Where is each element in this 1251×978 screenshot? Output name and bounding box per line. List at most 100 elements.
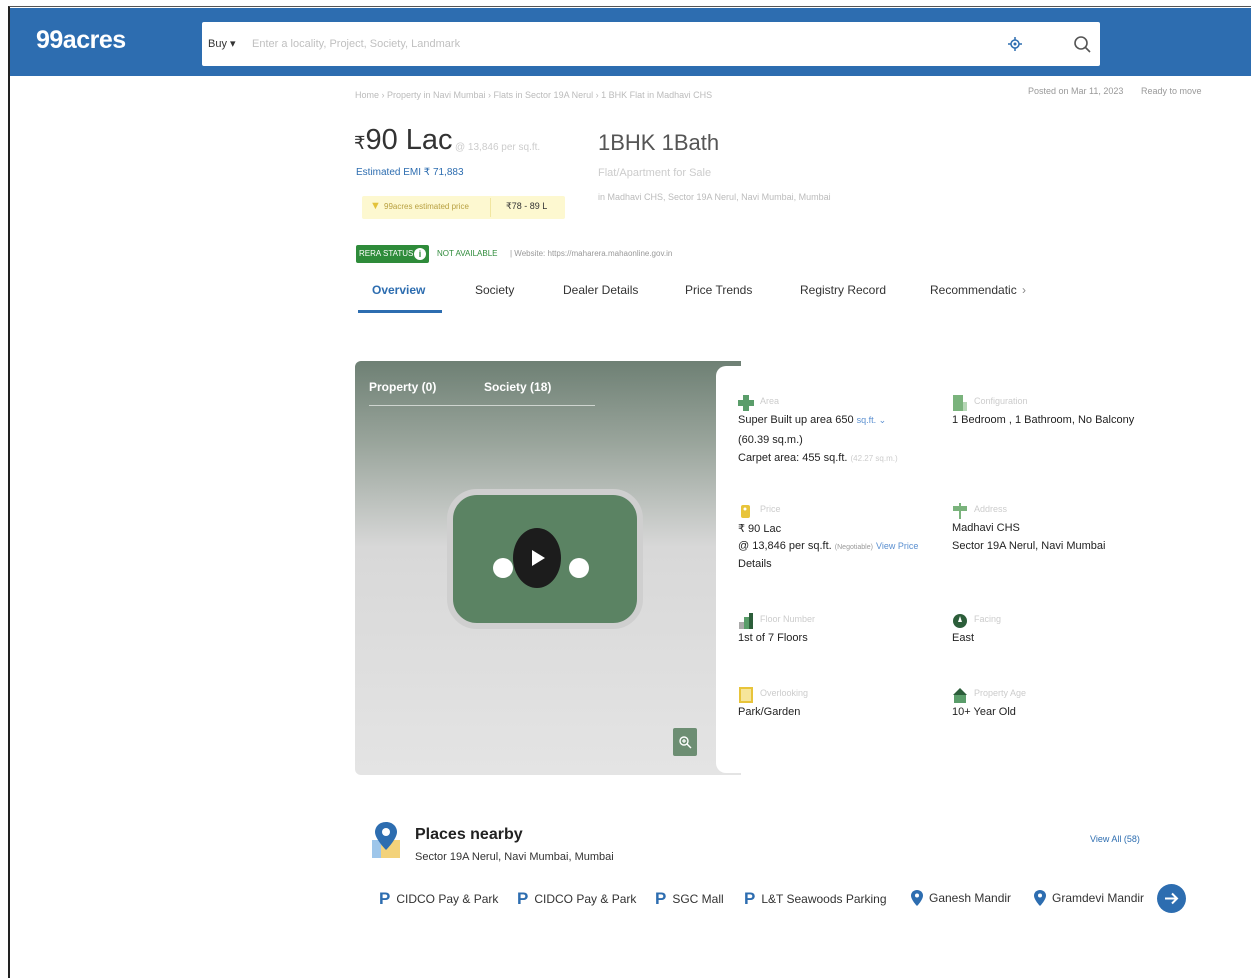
- place-chip[interactable]: Ganesh Mandir: [911, 889, 1011, 909]
- tab-price-trends[interactable]: Price Trends: [685, 283, 752, 297]
- price-heading: ₹90 Lac: [354, 124, 453, 157]
- places-next-button[interactable]: [1157, 884, 1186, 913]
- tab-recommendations[interactable]: Recommendatic: [930, 283, 1017, 297]
- carpet-area-value: Carpet area: 455 sq.ft.: [738, 452, 848, 464]
- property-age-value: 10+ Year Old: [952, 706, 1016, 718]
- view-price-link[interactable]: View Price: [876, 541, 918, 551]
- search-icon[interactable]: [1072, 34, 1092, 54]
- configuration-label: Configuration: [974, 396, 1028, 406]
- property-details-card: Area Super Built up area 650 sq.ft. ⌄ (6…: [716, 366, 1166, 773]
- places-nearby-subtitle: Sector 19A Nerul, Navi Mumbai, Mumbai: [415, 851, 614, 863]
- emi-link[interactable]: Estimated EMI ₹ 71,883: [356, 167, 464, 178]
- search-bar: Buy ▾: [202, 22, 1100, 66]
- place-label: CIDCO Pay & Park: [534, 892, 637, 906]
- price-tag-icon: [741, 505, 750, 518]
- facing-label: Facing: [974, 614, 1002, 624]
- place-chip[interactable]: Gramdevi Mandir: [1034, 889, 1144, 909]
- property-config-title: 1BHK 1Bath: [598, 130, 720, 155]
- price-label: Price: [760, 504, 781, 514]
- location-target-icon[interactable]: [1007, 36, 1023, 52]
- zoom-button[interactable]: [673, 728, 697, 756]
- price-details-link[interactable]: Details: [738, 558, 772, 570]
- overlooking-label: Overlooking: [760, 688, 809, 698]
- overlooking-value: Park/Garden: [738, 706, 801, 718]
- tab-registry-record[interactable]: Registry Record: [800, 283, 886, 297]
- media-tab-society[interactable]: Society (18): [484, 380, 551, 394]
- place-chip[interactable]: P L&T Seawoods Parking: [744, 889, 887, 909]
- rera-website[interactable]: | Website: https://maharera.mahaonline.g…: [510, 249, 672, 258]
- place-chip[interactable]: P SGC Mall: [655, 889, 724, 909]
- place-label: Gramdevi Mandir: [1052, 890, 1145, 905]
- carpet-area-sqm: (42.27 sq.m.): [850, 454, 898, 463]
- estimate-label: 99acres estimated price: [384, 202, 469, 211]
- parking-icon: P: [517, 889, 529, 908]
- property-type: Flat/Apartment for Sale: [598, 167, 712, 179]
- area-unit-dropdown[interactable]: sq.ft. ⌄: [857, 415, 887, 425]
- place-chip[interactable]: P CIDCO Pay & Park: [379, 889, 498, 909]
- media-tabs: Property (0) Society (18): [355, 361, 595, 408]
- area-value: Super Built up area 650: [738, 414, 854, 426]
- price-value: 90 Lac: [365, 124, 453, 156]
- negotiable-tag: (Negotiable): [834, 544, 873, 551]
- arrow-right-icon: [1165, 892, 1179, 905]
- floor-value: 1st of 7 Floors: [738, 632, 808, 644]
- configuration-icon: [953, 395, 967, 411]
- address-label: Address: [974, 504, 1008, 514]
- posted-date: Posted on Mar 11, 2023: [1028, 86, 1124, 96]
- parking-icon: P: [379, 889, 391, 908]
- rupee-symbol: ₹: [354, 133, 366, 153]
- overlooking-icon: [739, 687, 753, 703]
- top-header: 99acres Buy ▾: [10, 8, 1251, 76]
- media-gallery: Property (0) Society (18): [355, 361, 741, 775]
- tab-society[interactable]: Society: [475, 283, 514, 297]
- active-tab-indicator: [358, 310, 442, 313]
- property-address-line: in Madhavi CHS, Sector 19A Nerul, Navi M…: [598, 192, 831, 202]
- floor-label: Floor Number: [760, 614, 816, 624]
- play-icon: [532, 550, 545, 566]
- area-icon: [738, 395, 754, 411]
- location-pin-icon: [911, 889, 923, 906]
- configuration-value: 1 Bedroom , 1 Bathroom, No Balcony: [952, 414, 1135, 426]
- address-line2: Sector 19A Nerul, Navi Mumbai: [952, 540, 1106, 552]
- tab-dealer-details[interactable]: Dealer Details: [563, 283, 638, 297]
- compass-icon: [953, 614, 967, 628]
- play-button[interactable]: [513, 528, 561, 588]
- place-label: Ganesh Mandir: [929, 890, 1012, 905]
- parking-icon: P: [655, 889, 667, 908]
- thumbnail-dot: [493, 558, 513, 578]
- rera-status-badge[interactable]: RERA STATUS i: [356, 245, 429, 263]
- price-per-sqft-detail: @ 13,846 per sq.ft. (Negotiable) View Pr…: [738, 540, 918, 552]
- possession-status: Ready to move: [1141, 86, 1202, 96]
- tabs-next-icon[interactable]: ›: [1022, 283, 1026, 297]
- media-tab-divider: [369, 405, 595, 406]
- tab-overview[interactable]: Overview: [372, 283, 425, 297]
- location-pin-icon: [1034, 889, 1046, 906]
- address-line1: Madhavi CHS: [952, 522, 1020, 534]
- price-estimate-badge[interactable]: ▼ 99acres estimated price ₹78 - 89 L: [362, 196, 565, 219]
- area-label: Area: [760, 396, 780, 406]
- buy-mode-dropdown[interactable]: Buy ▾: [208, 37, 236, 50]
- super-builtup-area: Super Built up area 650 sq.ft. ⌄: [738, 414, 886, 426]
- rera-availability: NOT AVAILABLE: [437, 249, 498, 258]
- building-age-icon: [953, 688, 967, 703]
- media-tab-property[interactable]: Property (0): [369, 380, 436, 394]
- estimate-divider: [490, 198, 491, 217]
- map-pin-icon: [372, 822, 400, 858]
- thumbnail-dot: [569, 558, 589, 578]
- place-label: L&T Seawoods Parking: [761, 892, 887, 906]
- rera-badge-label: RERA STATUS: [359, 249, 414, 258]
- places-nearby-title: Places nearby: [415, 826, 523, 843]
- price-per-sqft: @ 13,846 per sq.ft.: [455, 142, 541, 153]
- breadcrumb[interactable]: Home › Property in Navi Mumbai › Flats i…: [355, 90, 712, 100]
- zoom-in-icon: [679, 736, 692, 749]
- place-chip[interactable]: P CIDCO Pay & Park: [517, 889, 636, 909]
- site-logo[interactable]: 99acres: [36, 26, 126, 55]
- floor-icon: [739, 613, 753, 629]
- place-label: CIDCO Pay & Park: [396, 892, 499, 906]
- info-icon[interactable]: i: [414, 248, 426, 260]
- carpet-area: Carpet area: 455 sq.ft. (42.27 sq.m.): [738, 452, 898, 464]
- view-all-places-link[interactable]: View All (58): [1090, 834, 1140, 844]
- facing-value: East: [952, 632, 975, 644]
- search-input[interactable]: [252, 32, 952, 56]
- parking-icon: P: [744, 889, 756, 908]
